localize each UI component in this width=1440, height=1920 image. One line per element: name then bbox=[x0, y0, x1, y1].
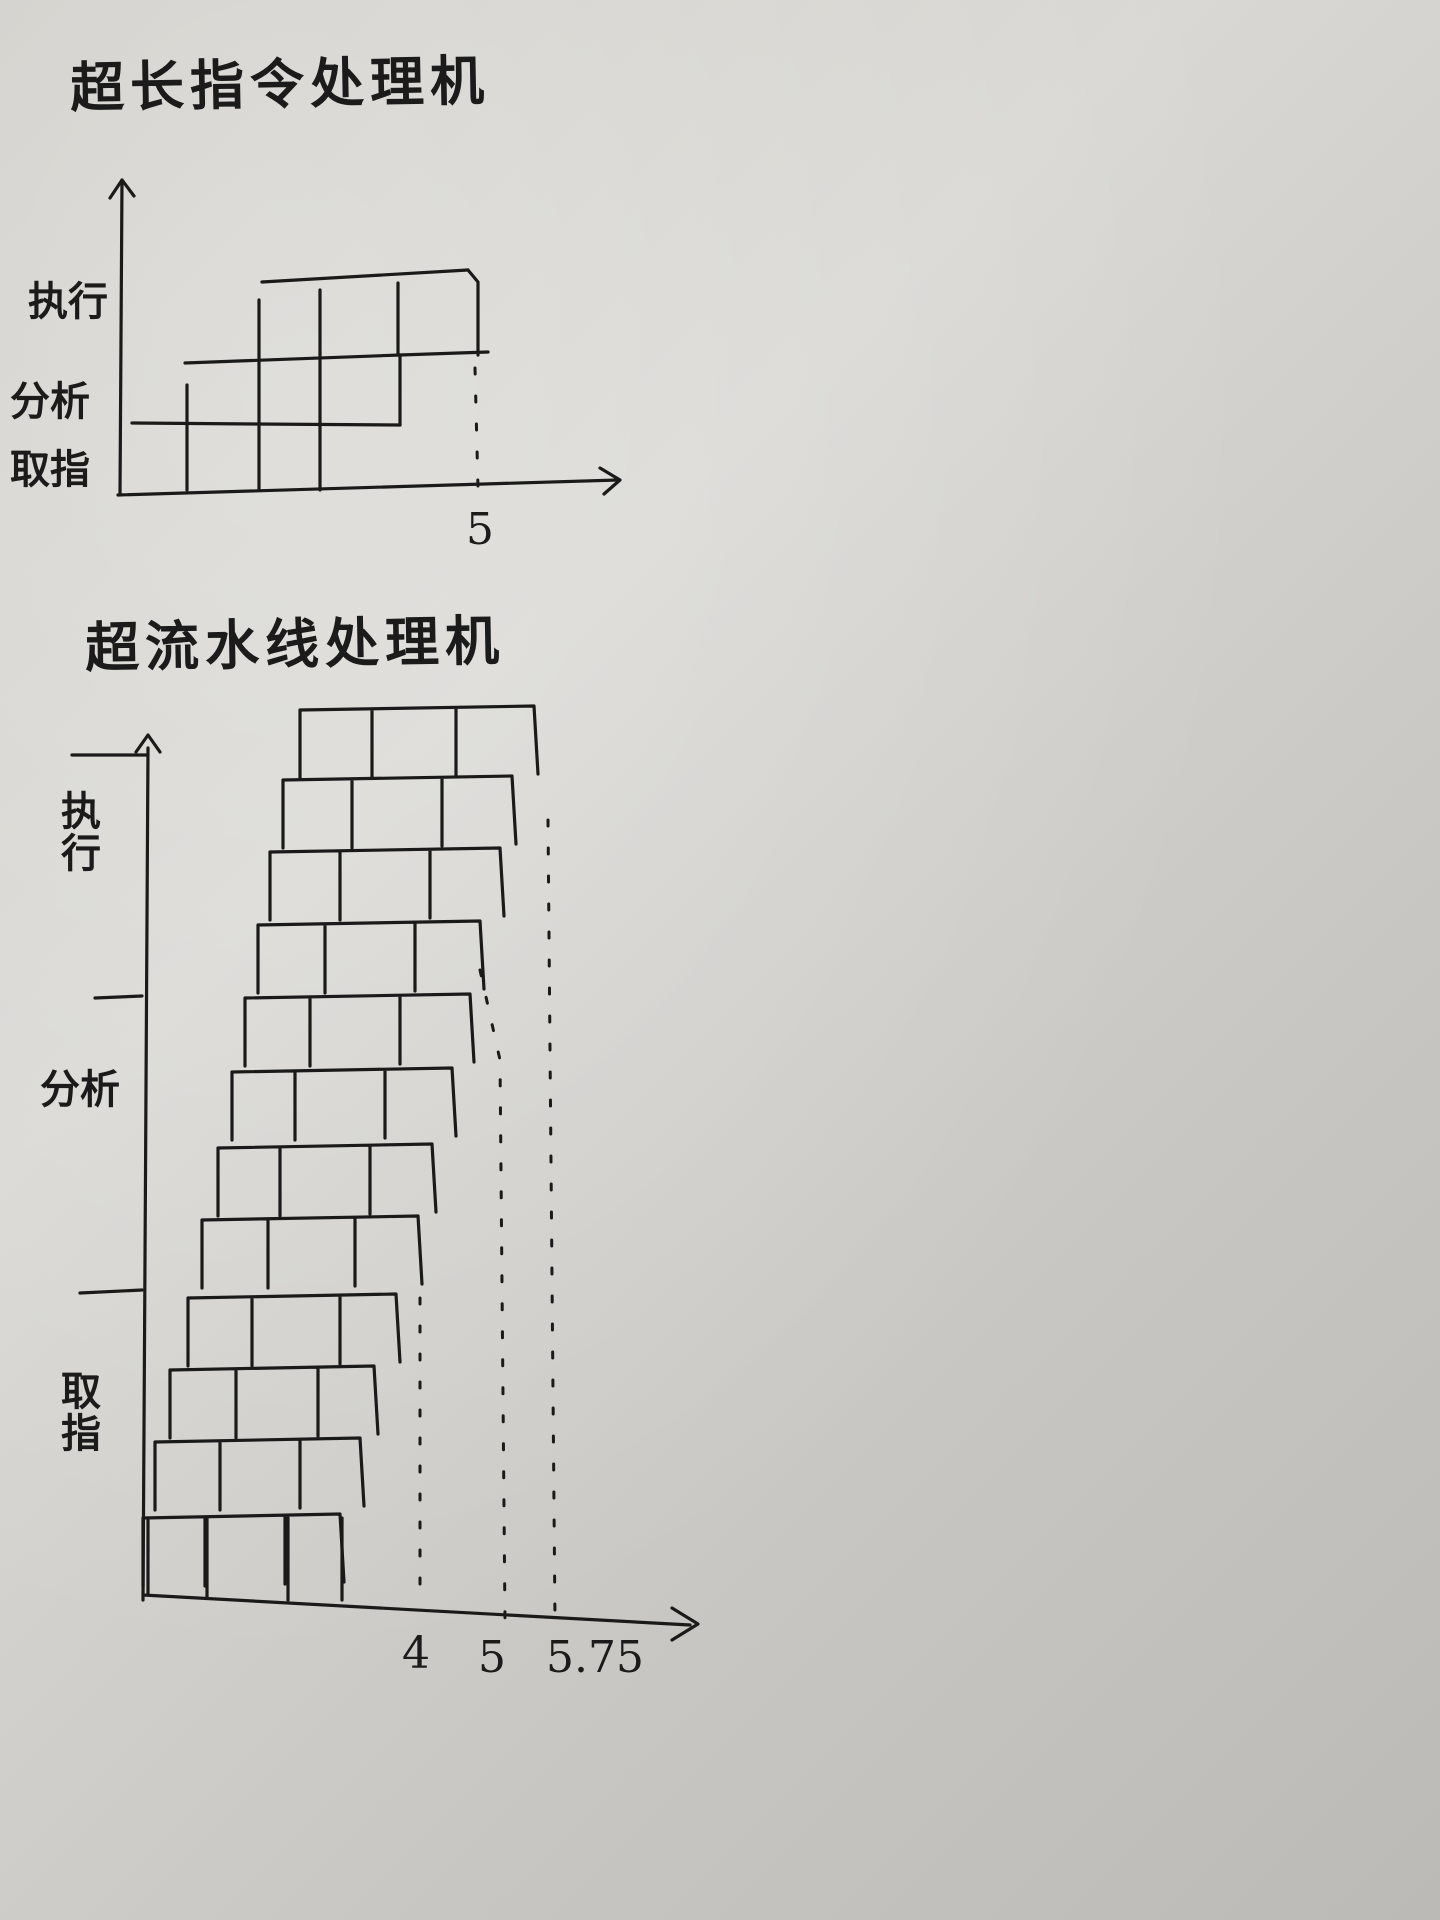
pipeline-row-10 bbox=[268, 846, 506, 922]
diagram-canvas bbox=[70, 178, 700, 1642]
diagram1-analyze-row bbox=[183, 353, 402, 365]
diagram2-dashed-5-75 bbox=[546, 818, 557, 1622]
pipeline-row-7 bbox=[230, 1066, 458, 1142]
pipeline-row-9 bbox=[256, 919, 486, 995]
diagram1-x-axis bbox=[116, 478, 620, 497]
diagram2-y-axis bbox=[141, 746, 150, 1602]
pipeline-row-3 bbox=[168, 1364, 380, 1440]
pipeline-row-4 bbox=[186, 1292, 402, 1368]
diagram1-fetch-row bbox=[130, 421, 402, 427]
pipeline-row-2 bbox=[153, 1436, 366, 1512]
diagram2-staircase bbox=[141, 704, 540, 1602]
pipeline-row-8 bbox=[243, 992, 476, 1068]
diagram2-dashed-lines bbox=[418, 818, 557, 1622]
diagram2-axes bbox=[70, 733, 700, 1642]
pipeline-row-1 bbox=[141, 1512, 346, 1588]
diagram1-grid bbox=[130, 268, 490, 492]
diagram1-y-axis bbox=[118, 178, 124, 497]
pipeline-row-6 bbox=[216, 1142, 438, 1218]
pipeline-row-11 bbox=[281, 774, 518, 850]
pipeline-row-12 bbox=[298, 704, 540, 780]
diagram1-dashed-5 bbox=[473, 366, 480, 490]
diagram2-x-axis bbox=[141, 1593, 692, 1627]
diagram1-exec-row bbox=[260, 268, 470, 284]
diagram2-dashed-5 bbox=[478, 968, 507, 1622]
pipeline-row-base bbox=[146, 1516, 344, 1602]
pipeline-row-5 bbox=[200, 1214, 424, 1290]
